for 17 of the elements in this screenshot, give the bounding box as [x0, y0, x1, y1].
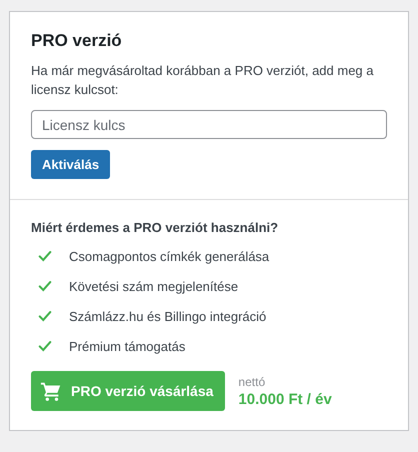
buy-button[interactable]: PRO verzió vásárlása — [31, 371, 226, 411]
check-icon — [38, 309, 52, 323]
benefits-heading: Miért érdemes a PRO verziót használni? — [31, 220, 280, 235]
price-text: 10.000 Ft / év — [238, 390, 332, 408]
check-icon — [38, 279, 52, 293]
benefit-text: Számlázz.hu és Billingo integráció — [69, 308, 266, 324]
check-icon — [38, 249, 52, 263]
description-text: Ha már megvásároltad korábban a PRO verziót, add meg a licensz kulcsot: — [31, 62, 375, 99]
benefit-text: Csomagpontos címkék generálása — [69, 248, 270, 264]
price-note: nettó — [238, 374, 266, 388]
check-icon — [38, 339, 52, 353]
benefit-text: Prémium támogatás — [69, 338, 186, 354]
cart-icon — [40, 380, 62, 402]
benefit-text: Követési szám megjelenítése — [69, 278, 238, 294]
activate-button[interactable]: Aktiválás — [31, 150, 110, 179]
license-key-field[interactable]: Licensz kulcs — [31, 110, 387, 139]
section-title: PRO verzió — [31, 31, 123, 51]
